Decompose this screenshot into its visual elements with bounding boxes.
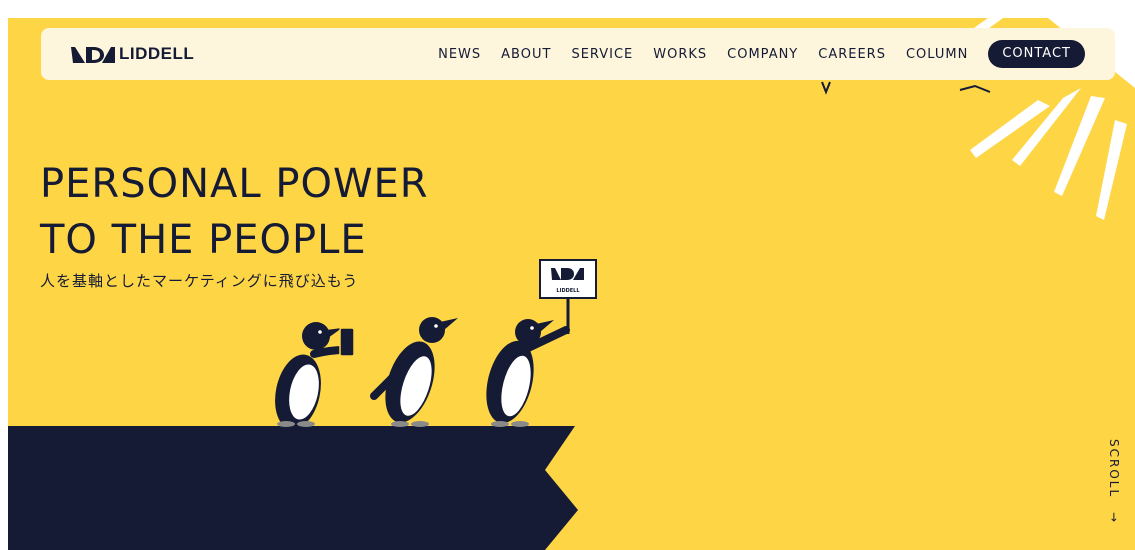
nav-service[interactable]: SERVICE: [571, 47, 633, 62]
liddell-logo-icon: [71, 47, 115, 63]
nav-careers[interactable]: CAREERS: [818, 47, 886, 62]
logo-text: LIDDELL: [119, 44, 195, 63]
hero-subline: 人を基軸としたマーケティングに飛び込もう: [40, 272, 359, 290]
main-nav: NEWS ABOUT SERVICE WORKS COMPANY CAREERS…: [418, 40, 1085, 68]
contact-button[interactable]: CONTACT: [988, 40, 1085, 68]
scroll-label: SCROLL: [1107, 438, 1121, 499]
nav-about[interactable]: ABOUT: [501, 47, 551, 62]
site-header: LIDDELL NEWS ABOUT SERVICE WORKS COMPANY…: [41, 28, 1115, 80]
hero-headline: PERSONAL POWER TO THE PEOPLE: [40, 156, 429, 268]
arrow-down-icon: →: [1107, 511, 1121, 524]
nav-column[interactable]: COLUMN: [906, 47, 968, 62]
nav-company[interactable]: COMPANY: [727, 47, 798, 62]
site-logo[interactable]: LIDDELL: [71, 44, 194, 64]
nav-works[interactable]: WORKS: [653, 47, 707, 62]
scroll-indicator[interactable]: SCROLL →: [1107, 439, 1121, 524]
headline-line-2: TO THE PEOPLE: [40, 217, 367, 263]
nav-news[interactable]: NEWS: [438, 47, 481, 62]
headline-line-1: PERSONAL POWER: [40, 161, 429, 207]
